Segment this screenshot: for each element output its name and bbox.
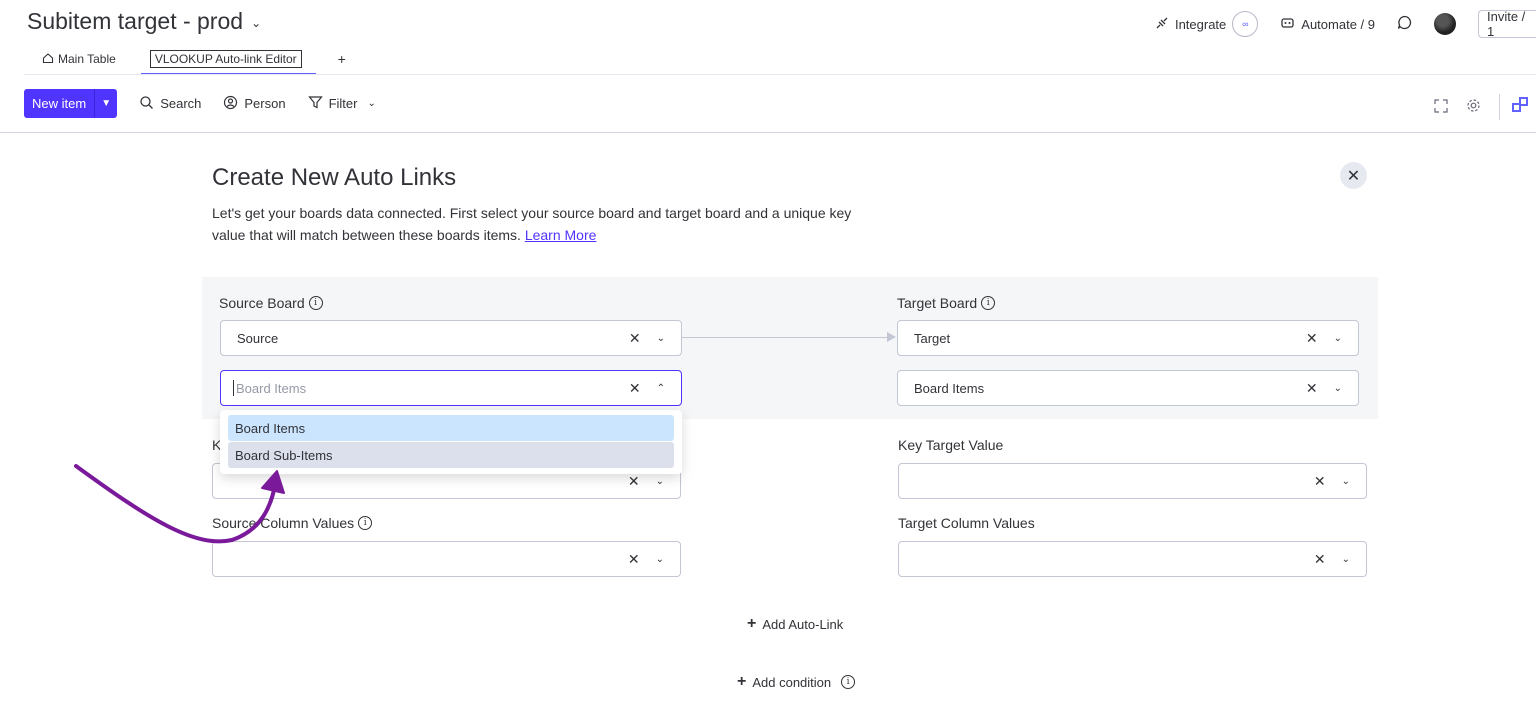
info-icon[interactable]: i [358, 516, 373, 530]
clear-icon[interactable]: ✕ [629, 380, 641, 397]
new-item-button[interactable]: New item ▼ [24, 89, 118, 118]
info-icon[interactable]: i [841, 675, 856, 689]
add-condition-button[interactable]: + Add condition i [737, 673, 856, 691]
person-icon [223, 95, 238, 113]
source-board-select[interactable]: Source ✕ ⌄ [220, 320, 682, 356]
toolbar-right-actions [1434, 94, 1536, 120]
chevron-down-icon[interactable]: ⌄ [1342, 554, 1350, 565]
target-columns-select[interactable]: ✕ ⌄ [898, 541, 1367, 577]
view-tabs: Main Table VLOOKUP Auto-link Editor + [42, 50, 346, 68]
tab-vlookup-editor[interactable]: VLOOKUP Auto-link Editor [149, 50, 302, 68]
panel-description: Let's get your boards data connected. Fi… [212, 202, 872, 246]
clear-icon[interactable]: ✕ [628, 473, 640, 490]
chevron-down-icon[interactable]: ▼ [94, 89, 117, 118]
tab-label: Main Table [58, 52, 116, 66]
chevron-up-icon[interactable]: ⌃ [657, 383, 665, 394]
source-columns-label-text: Source Column Values [212, 515, 355, 531]
key-target-label: Key Target Value [898, 437, 1004, 453]
clear-icon[interactable]: ✕ [629, 330, 641, 347]
integrate-icon [1155, 16, 1169, 33]
header-divider [24, 74, 1536, 75]
chevron-down-icon[interactable]: ⌄ [656, 554, 664, 565]
target-board-value: Target [914, 330, 951, 346]
chevron-down-icon[interactable]: ⌄ [367, 98, 375, 109]
automate-button[interactable]: Automate / 9 [1280, 16, 1375, 32]
clear-icon[interactable]: ✕ [1306, 330, 1318, 347]
plus-icon: + [747, 615, 757, 632]
funnel-icon [307, 95, 323, 113]
add-condition-label: Add condition [752, 674, 832, 690]
info-icon[interactable]: i [981, 296, 996, 310]
person-filter-button[interactable]: Person [223, 95, 286, 113]
connector-line [681, 337, 889, 338]
integrate-label: Integrate [1174, 16, 1227, 32]
learn-more-link[interactable]: Learn More [525, 227, 597, 243]
target-columns-label: Target Column Values [898, 515, 1035, 531]
chevron-down-icon[interactable]: ⌄ [251, 16, 261, 30]
dropdown-option-board-sub-items[interactable]: Board Sub-Items [228, 442, 674, 468]
add-view-button[interactable]: + [338, 51, 346, 67]
source-board-value: Source [237, 330, 279, 346]
invite-button[interactable]: Invite / 1 [1478, 9, 1536, 39]
chevron-down-icon[interactable]: ⌄ [1334, 383, 1342, 394]
automate-label: Automate / 9 [1301, 16, 1375, 32]
new-item-label: New item [32, 96, 87, 111]
search-icon [139, 95, 154, 113]
chevron-down-icon[interactable]: ⌄ [657, 333, 665, 344]
clear-icon[interactable]: ✕ [1314, 473, 1326, 490]
items-type-dropdown-menu: Board Items Board Sub-Items [220, 410, 682, 474]
app-integration-icon[interactable] [1510, 95, 1536, 120]
panel-title: Create New Auto Links [212, 164, 457, 191]
clear-icon[interactable]: ✕ [1306, 380, 1318, 397]
source-items-placeholder[interactable]: Board Items [236, 381, 629, 396]
key-target-select[interactable]: ✕ ⌄ [898, 463, 1367, 499]
chat-bubble-icon [1397, 15, 1412, 33]
robot-icon [1280, 16, 1295, 32]
filter-label: Filter [328, 96, 358, 111]
board-title-text: Subitem target - prod [27, 8, 244, 34]
target-board-label: Target Board i [897, 295, 996, 311]
tab-label: VLOOKUP Auto-link Editor [154, 52, 297, 66]
updates-button[interactable] [1397, 15, 1412, 33]
add-auto-link-label: Add Auto-Link [762, 616, 844, 632]
target-board-label-text: Target Board [897, 295, 978, 311]
avatar[interactable] [1434, 13, 1456, 35]
text-caret [233, 380, 234, 396]
source-columns-label: Source Column Values i [212, 515, 373, 531]
expand-icon[interactable] [1434, 98, 1448, 116]
target-board-select[interactable]: Target ✕ ⌄ [897, 320, 1359, 356]
home-icon [42, 52, 54, 67]
toolbar-divider [0, 132, 1536, 133]
target-items-value: Board Items [914, 380, 985, 396]
filter-button[interactable]: Filter ⌄ [307, 95, 376, 113]
close-button[interactable]: ✕ [1340, 162, 1367, 189]
source-columns-select[interactable]: ✕ ⌄ [212, 541, 681, 577]
chevron-down-icon[interactable]: ⌄ [1334, 333, 1342, 344]
source-items-type-select[interactable]: Board Items ✕ ⌃ [220, 370, 682, 406]
source-board-label-text: Source Board [219, 295, 305, 311]
clear-icon[interactable]: ✕ [628, 551, 640, 568]
add-auto-link-button[interactable]: + Add Auto-Link [747, 615, 843, 633]
tab-main-table[interactable]: Main Table [42, 52, 116, 67]
clear-icon[interactable]: ✕ [1314, 551, 1326, 568]
chevron-down-icon[interactable]: ⌄ [656, 476, 664, 487]
search-label: Search [160, 96, 202, 111]
plus-icon: + [737, 673, 747, 690]
gear-icon[interactable] [1466, 98, 1481, 116]
close-icon: ✕ [1346, 167, 1361, 185]
info-icon[interactable]: i [308, 296, 323, 310]
target-items-type-select[interactable]: Board Items ✕ ⌄ [897, 370, 1359, 406]
toolbar-separator [1499, 94, 1500, 120]
chevron-down-icon[interactable]: ⌄ [1342, 476, 1350, 487]
dropdown-option-board-items[interactable]: Board Items [228, 415, 674, 441]
search-button[interactable]: Search [139, 95, 201, 113]
source-board-label: Source Board i [219, 295, 323, 311]
connector-arrow-icon [887, 332, 896, 342]
board-title[interactable]: Subitem target - prod ⌄ [27, 8, 261, 35]
integration-badge-icon: ∞ [1232, 11, 1259, 37]
header-actions: Integrate ∞ Automate / 9 Invite / 1 [1155, 9, 1536, 39]
integrate-button[interactable]: Integrate ∞ [1155, 11, 1259, 37]
person-label: Person [244, 96, 286, 111]
board-toolbar: New item ▼ Search Person Filter ⌄ [24, 89, 376, 118]
